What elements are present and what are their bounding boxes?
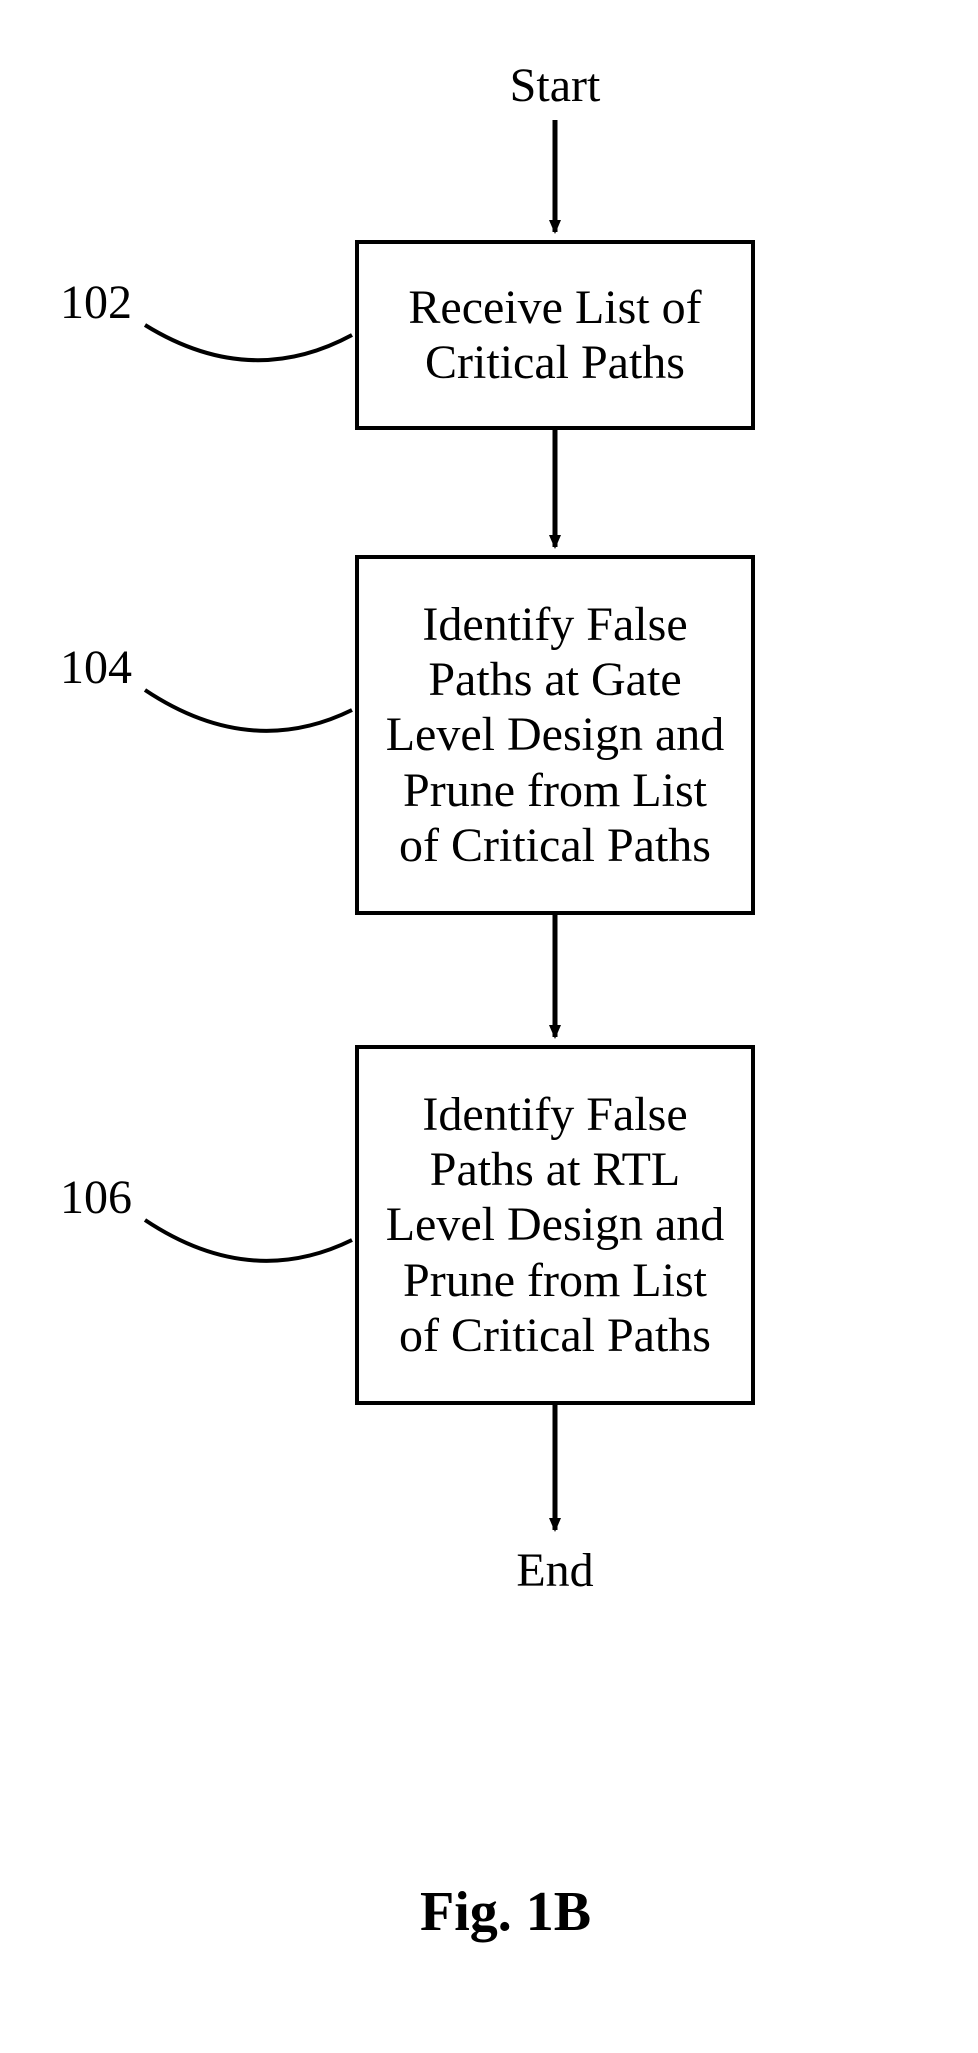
step-text-106: Identify False Paths at RTL Level Design…	[379, 1087, 731, 1363]
flowchart-canvas: Start Receive List of Critical Paths 102…	[0, 0, 978, 2053]
end-label: End	[505, 1545, 605, 1598]
leader-106	[145, 1220, 352, 1261]
ref-104: 104	[60, 640, 132, 695]
step-box-104: Identify False Paths at Gate Level Desig…	[355, 555, 755, 915]
step-text-104: Identify False Paths at Gate Level Desig…	[379, 597, 731, 873]
step-box-106: Identify False Paths at RTL Level Design…	[355, 1045, 755, 1405]
leader-102	[145, 325, 352, 360]
figure-caption: Fig. 1B	[420, 1880, 591, 1944]
step-text-102: Receive List of Critical Paths	[379, 280, 731, 390]
step-box-102: Receive List of Critical Paths	[355, 240, 755, 430]
leader-104	[145, 690, 352, 731]
ref-106: 106	[60, 1170, 132, 1225]
start-label: Start	[495, 60, 615, 113]
ref-102: 102	[60, 275, 132, 330]
